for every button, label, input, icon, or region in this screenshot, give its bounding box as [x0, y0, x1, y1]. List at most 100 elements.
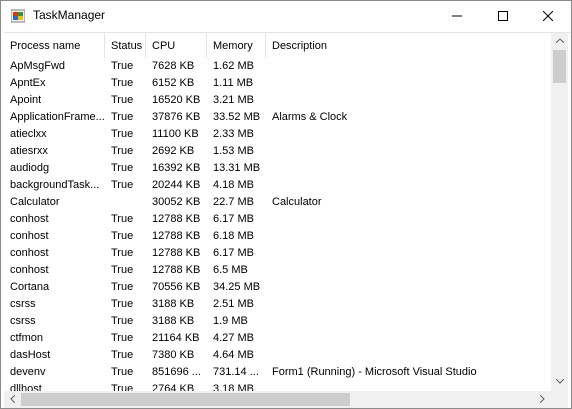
- column-header-process-name[interactable]: Process name: [4, 33, 105, 58]
- table-row[interactable]: Cortana True 70556 KB 34.25 MB: [4, 279, 551, 296]
- table-row[interactable]: audiodg True 16392 KB 13.31 MB: [4, 160, 551, 177]
- table-row[interactable]: backgroundTask... True 20244 KB 4.18 MB: [4, 177, 551, 194]
- process-name-cell: ApntEx: [10, 77, 46, 89]
- cpu-cell: 3188 KB: [152, 315, 195, 327]
- table-row[interactable]: conhost True 12788 KB 6.17 MB: [4, 211, 551, 228]
- description-cell: [266, 279, 551, 296]
- table-row[interactable]: ctfmon True 21164 KB 4.27 MB: [4, 330, 551, 347]
- description-cell: [266, 177, 551, 194]
- process-rows: ApMsgFwd True 7628 KB 1.62 MB ApntEx True 6152…: [4, 58, 551, 398]
- chevron-down-icon: [555, 379, 564, 384]
- description-cell: [266, 330, 551, 347]
- cpu-cell: 7380 KB: [152, 349, 195, 361]
- table-row[interactable]: ApntEx True 6152 KB 1.11 MB: [4, 75, 551, 92]
- description-cell: [266, 245, 551, 262]
- list-header: Process name Status CPU Memory Descripti…: [4, 33, 551, 58]
- memory-cell: 4.27 MB: [213, 332, 254, 344]
- maximize-button[interactable]: [480, 1, 526, 31]
- table-row[interactable]: csrss True 3188 KB 1.9 MB: [4, 313, 551, 330]
- description-cell: Calculator: [272, 196, 322, 208]
- maximize-icon: [498, 11, 508, 21]
- status-cell: True: [111, 298, 134, 310]
- status-cell: True: [111, 128, 134, 140]
- status-cell: True: [111, 264, 134, 276]
- column-header-cpu[interactable]: CPU: [146, 33, 207, 58]
- window-title: TaskManager: [33, 8, 106, 22]
- memory-cell: 4.64 MB: [213, 349, 254, 361]
- status-cell: True: [111, 315, 134, 327]
- status-cell: True: [111, 77, 134, 89]
- cpu-cell: 16392 KB: [152, 162, 201, 174]
- cpu-cell: 30052 KB: [152, 196, 201, 208]
- process-name-cell: atieclxx: [10, 128, 47, 140]
- title-bar[interactable]: TaskManager: [1, 1, 571, 31]
- table-row[interactable]: atieclxx True 11100 KB 2.33 MB: [4, 126, 551, 143]
- memory-cell: 2.51 MB: [213, 298, 254, 310]
- minimize-button[interactable]: [434, 1, 480, 31]
- column-header-description[interactable]: Description: [266, 33, 551, 58]
- status-cell: True: [111, 213, 134, 225]
- cpu-cell: 12788 KB: [152, 230, 201, 242]
- process-name-cell: Apoint: [10, 94, 42, 106]
- scroll-up-button[interactable]: [551, 33, 568, 50]
- status-cell: True: [111, 60, 134, 72]
- table-row[interactable]: conhost True 12788 KB 6.18 MB: [4, 228, 551, 245]
- description-cell: Alarms & Clock: [272, 111, 348, 123]
- column-header-memory[interactable]: Memory: [207, 33, 266, 58]
- process-name-cell: backgroundTask...: [10, 179, 100, 191]
- process-name-cell: csrss: [10, 298, 36, 310]
- minimize-icon: [452, 15, 462, 17]
- table-row[interactable]: dasHost True 7380 KB 4.64 MB: [4, 347, 551, 364]
- memory-cell: 6.17 MB: [213, 247, 254, 259]
- status-cell: True: [111, 162, 134, 174]
- scroll-right-button[interactable]: [534, 391, 551, 408]
- table-row[interactable]: Apoint True 16520 KB 3.21 MB: [4, 92, 551, 109]
- description-cell: [266, 143, 551, 160]
- close-icon: [543, 11, 553, 21]
- status-cell: True: [111, 281, 134, 293]
- table-row[interactable]: Calculator 30052 KB 22.7 MB Calculator: [4, 194, 551, 211]
- process-name-cell: ApplicationFrame...: [10, 111, 105, 123]
- memory-cell: 2.33 MB: [213, 128, 254, 140]
- memory-cell: 6.17 MB: [213, 213, 254, 225]
- cpu-cell: 37876 KB: [152, 111, 201, 123]
- cpu-cell: 12788 KB: [152, 264, 201, 276]
- table-row[interactable]: ApMsgFwd True 7628 KB 1.62 MB: [4, 58, 551, 75]
- close-button[interactable]: [525, 1, 571, 31]
- description-cell: [266, 160, 551, 177]
- horizontal-scrollbar[interactable]: [4, 391, 551, 408]
- memory-cell: 1.53 MB: [213, 145, 254, 157]
- scroll-left-button[interactable]: [4, 391, 21, 408]
- table-row[interactable]: conhost True 12788 KB 6.17 MB: [4, 245, 551, 262]
- horizontal-scroll-thumb[interactable]: [21, 393, 350, 406]
- cpu-cell: 7628 KB: [152, 60, 195, 72]
- vertical-scrollbar[interactable]: [551, 33, 568, 391]
- process-name-cell: conhost: [10, 264, 49, 276]
- process-name-cell: audiodg: [10, 162, 50, 174]
- memory-cell: 731.14 ...: [213, 366, 259, 378]
- process-list-view[interactable]: Process name Status CPU Memory Descripti…: [4, 32, 570, 408]
- table-row[interactable]: devenv True 851696 ... 731.14 ... Form1 (Run…: [4, 364, 551, 381]
- memory-cell: 1.62 MB: [213, 60, 254, 72]
- status-cell: True: [111, 332, 134, 344]
- memory-cell: 13.31 MB: [213, 162, 261, 174]
- table-row[interactable]: csrss True 3188 KB 2.51 MB: [4, 296, 551, 313]
- vertical-scroll-thumb[interactable]: [553, 50, 566, 83]
- process-name-cell: conhost: [10, 213, 49, 225]
- table-row[interactable]: atiesrxx True 2692 KB 1.53 MB: [4, 143, 551, 160]
- cpu-cell: 2692 KB: [152, 145, 195, 157]
- description-cell: [266, 347, 551, 364]
- table-row[interactable]: ApplicationFrame... True 37876 KB 33.52 MB A…: [4, 109, 551, 126]
- cpu-cell: 20244 KB: [152, 179, 201, 191]
- status-cell: True: [111, 179, 134, 191]
- description-cell: [266, 126, 551, 143]
- status-cell: True: [111, 145, 134, 157]
- cpu-cell: 12788 KB: [152, 213, 201, 225]
- column-header-status[interactable]: Status: [105, 33, 146, 58]
- scroll-down-button[interactable]: [551, 374, 568, 391]
- memory-cell: 34.25 MB: [213, 281, 261, 293]
- table-row[interactable]: conhost True 12788 KB 6.5 MB: [4, 262, 551, 279]
- process-name-cell: atiesrxx: [10, 145, 48, 157]
- description-cell: [266, 296, 551, 313]
- cpu-cell: 12788 KB: [152, 247, 201, 259]
